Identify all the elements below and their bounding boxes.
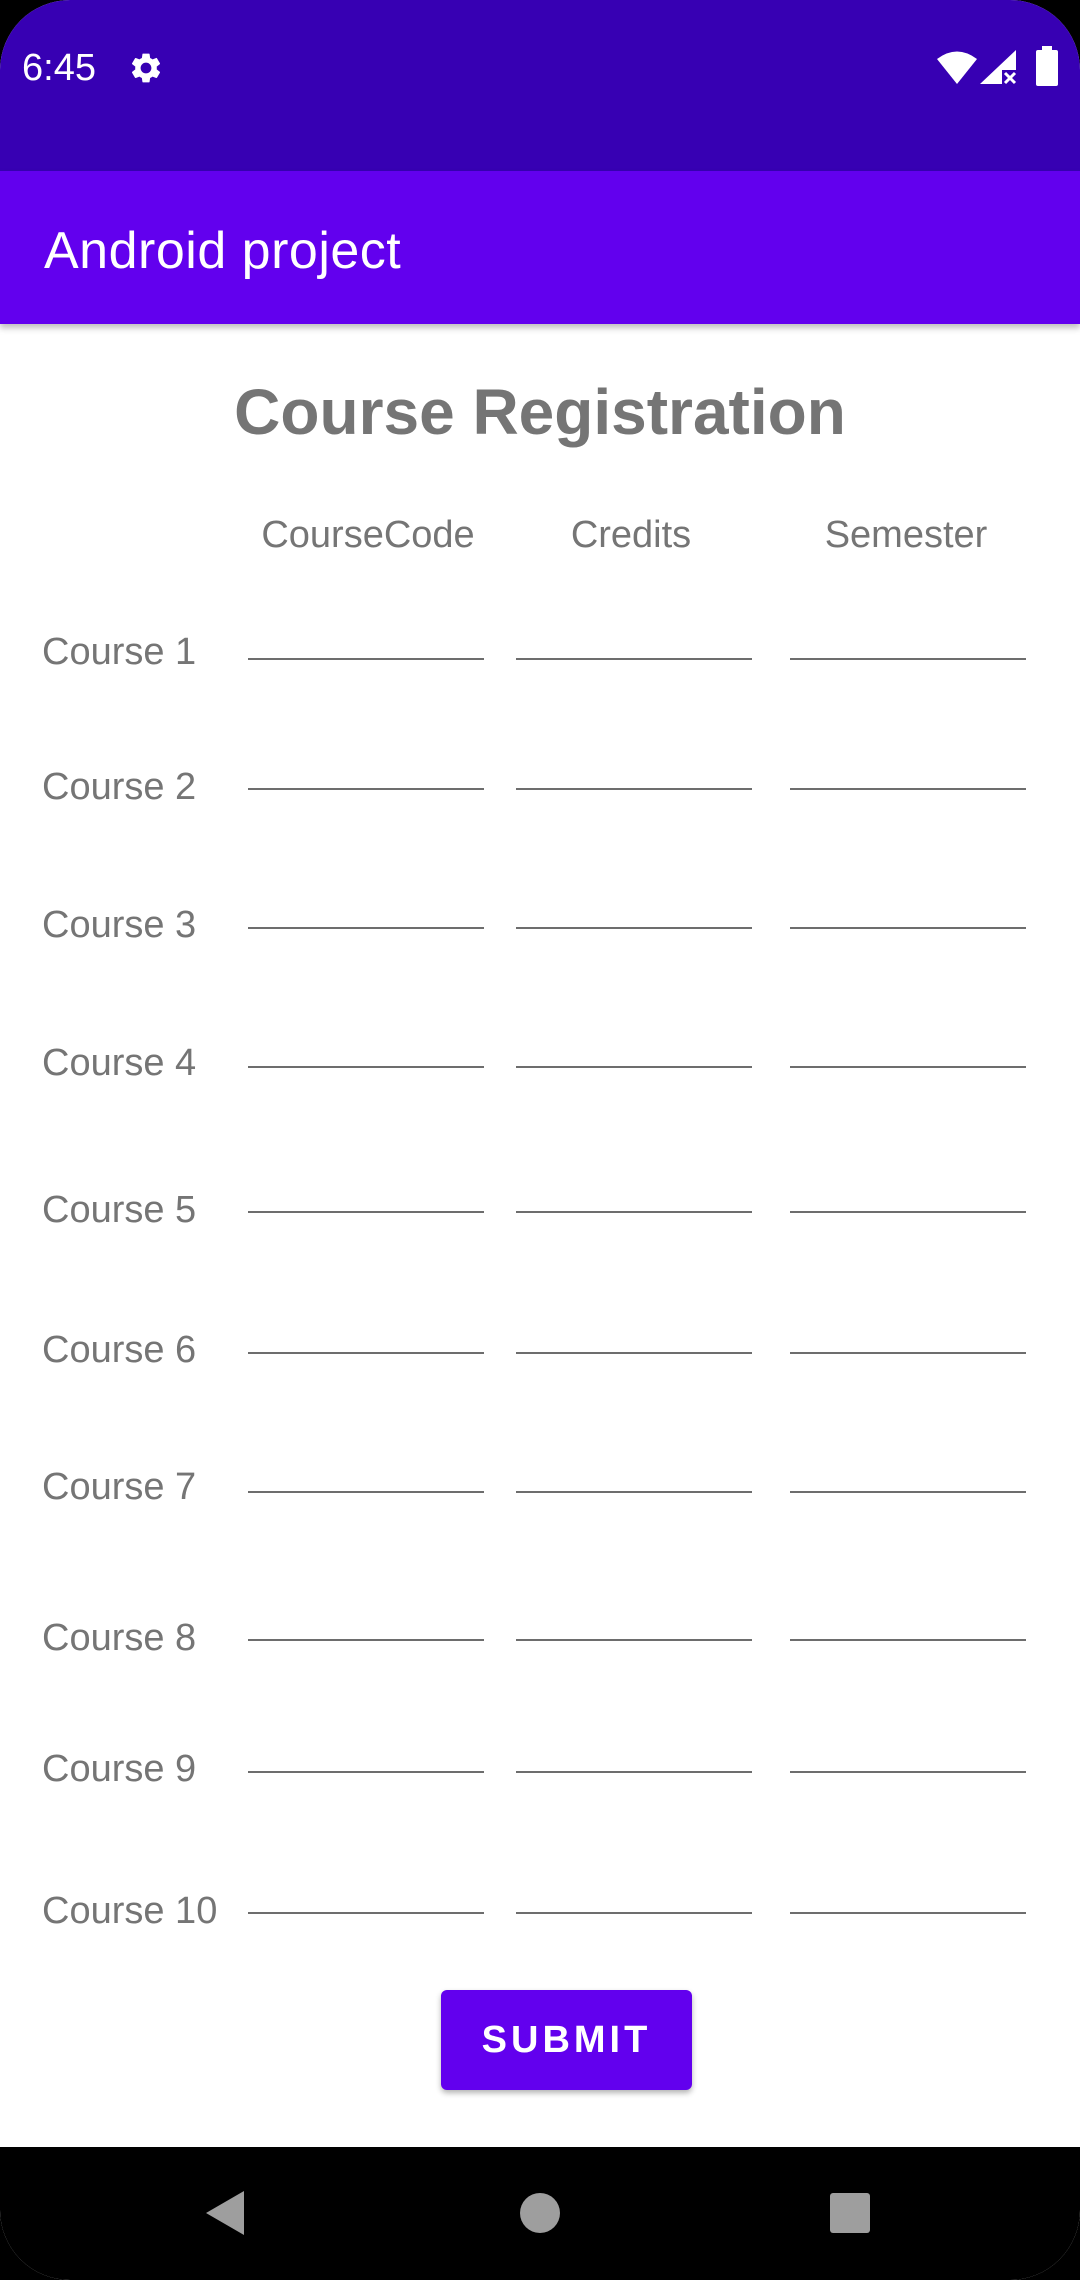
semester-field[interactable]	[790, 1173, 1026, 1213]
row-label: Course 3	[42, 904, 197, 946]
course-code-field[interactable]	[248, 889, 484, 929]
app-title: Android project	[44, 222, 402, 280]
column-header-semester: Semester	[824, 514, 988, 556]
course-code-field[interactable]	[248, 1733, 484, 1773]
status-bar: 6:45	[0, 0, 1080, 171]
credits-field[interactable]	[516, 1453, 752, 1493]
credits-field[interactable]	[516, 620, 752, 660]
credits-field[interactable]	[516, 1874, 752, 1914]
navigation-bar	[0, 2147, 1080, 2280]
semester-field[interactable]	[790, 1453, 1026, 1493]
credits-field[interactable]	[516, 1733, 752, 1773]
semester-field[interactable]	[790, 750, 1026, 790]
row-label: Course 9	[42, 1748, 197, 1790]
semester-field[interactable]	[790, 889, 1026, 929]
row-label: Course 6	[42, 1329, 197, 1371]
semester-field[interactable]	[790, 620, 1026, 660]
row-label: Course 1	[42, 631, 197, 673]
credits-field[interactable]	[516, 1314, 752, 1354]
course-code-field[interactable]	[248, 1314, 484, 1354]
row-label: Course 7	[42, 1466, 197, 1508]
semester-field[interactable]	[790, 1874, 1026, 1914]
course-code-field[interactable]	[248, 1028, 484, 1068]
phone-screen: 6:45 Android project Course Registration…	[0, 0, 1080, 2280]
wifi-icon	[937, 51, 977, 84]
credits-field[interactable]	[516, 1173, 752, 1213]
row-label: Course 2	[42, 766, 197, 808]
row-label: Course 8	[42, 1617, 197, 1659]
credits-field[interactable]	[516, 1028, 752, 1068]
column-header-course-code: CourseCode	[261, 514, 475, 556]
signal-icon	[980, 50, 1017, 85]
column-header-credits: Credits	[570, 514, 692, 556]
course-code-field[interactable]	[248, 750, 484, 790]
course-code-field[interactable]	[248, 1453, 484, 1493]
gear-icon	[131, 53, 161, 83]
semester-field[interactable]	[790, 1028, 1026, 1068]
page-title: Course Registration	[234, 376, 846, 448]
course-code-field[interactable]	[248, 1601, 484, 1641]
battery-icon	[1036, 46, 1058, 86]
credits-field[interactable]	[516, 750, 752, 790]
row-label: Course 5	[42, 1189, 197, 1231]
course-code-field[interactable]	[248, 1874, 484, 1914]
home-icon[interactable]	[518, 2191, 562, 2235]
course-code-field[interactable]	[248, 1173, 484, 1213]
course-code-field[interactable]	[248, 620, 484, 660]
semester-field[interactable]	[790, 1314, 1026, 1354]
credits-field[interactable]	[516, 1601, 752, 1641]
app-bar: Android project	[0, 171, 1080, 324]
semester-field[interactable]	[790, 1733, 1026, 1773]
row-label: Course 4	[42, 1042, 197, 1084]
status-time: 6:45	[22, 47, 96, 89]
back-icon[interactable]	[204, 2189, 246, 2237]
recents-icon[interactable]	[828, 2191, 872, 2235]
submit-button[interactable]: SUBMIT	[441, 1990, 692, 2090]
credits-field[interactable]	[516, 889, 752, 929]
semester-field[interactable]	[790, 1601, 1026, 1641]
row-label: Course 10	[42, 1890, 218, 1932]
